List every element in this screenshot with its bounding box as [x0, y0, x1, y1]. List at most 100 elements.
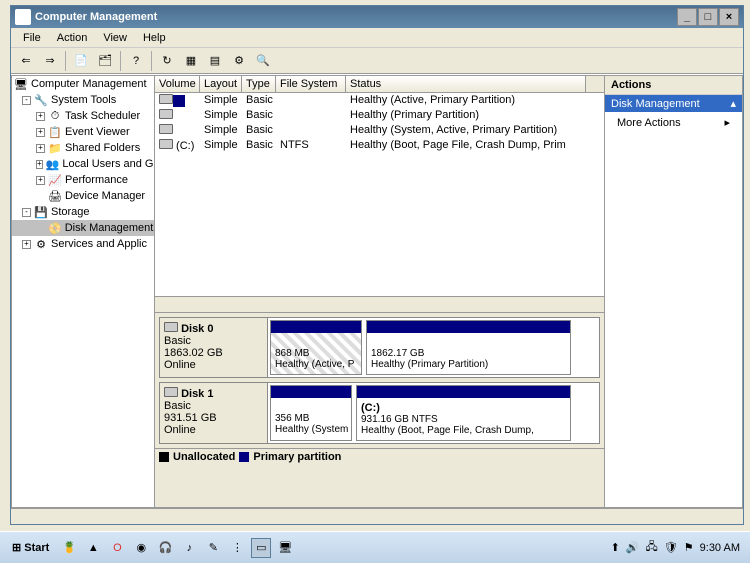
tree-performance[interactable]: +📈Performance [12, 172, 154, 188]
refresh-button[interactable]: ↻ [156, 50, 178, 72]
chevron-right-icon: ▸ [724, 116, 730, 129]
menu-view[interactable]: View [95, 30, 135, 46]
expand-icon[interactable]: + [22, 240, 31, 249]
tray-clock[interactable]: 9:30 AM [700, 542, 740, 554]
expand-icon[interactable]: + [36, 176, 45, 185]
volume-row[interactable]: SimpleBasicHealthy (System, Active, Prim… [155, 123, 604, 138]
tree-event-viewer[interactable]: +📋Event Viewer [12, 124, 154, 140]
volume-row[interactable]: SimpleBasicHealthy (Active, Primary Part… [155, 93, 604, 108]
partition[interactable]: 356 MBHealthy (System [270, 385, 352, 441]
menubar: File Action View Help [11, 28, 743, 48]
storage-icon: 💾 [34, 205, 48, 219]
menu-action[interactable]: Action [49, 30, 96, 46]
start-button[interactable]: ⊞ Start [4, 539, 57, 556]
taskbar-app-8[interactable]: ⋮ [227, 538, 247, 558]
menu-file[interactable]: File [15, 30, 49, 46]
taskbar-app-vlc[interactable]: ▲ [83, 538, 103, 558]
view-bottom-button[interactable]: ▤ [204, 50, 226, 72]
legend-unallocated-swatch [159, 452, 169, 462]
taskbar-app-6[interactable]: ♪ [179, 538, 199, 558]
column-header[interactable]: File System [276, 76, 346, 92]
disk-info: Disk 1Basic931.51 GBOnline [160, 383, 268, 443]
tray-shield-icon[interactable]: 🛡 [664, 541, 678, 554]
expand-icon[interactable]: + [36, 112, 45, 121]
partition[interactable]: (C:)931.16 GB NTFSHealthy (Boot, Page Fi… [356, 385, 571, 441]
tree-system-tools[interactable]: -🔧System Tools [12, 92, 154, 108]
collapse-icon[interactable]: - [22, 96, 31, 105]
taskbar-app-5[interactable]: 🎧 [155, 538, 175, 558]
app-icon [15, 9, 31, 25]
actions-pane: Actions Disk Management▴ More Actions▸ [605, 75, 743, 508]
volume-list[interactable]: VolumeLayoutTypeFile SystemStatus Simple… [155, 76, 604, 312]
tree-local-users[interactable]: +👥Local Users and G [12, 156, 154, 172]
taskbar[interactable]: ⊞ Start 🍍 ▲ O ◉ 🎧 ♪ ✎ ⋮ ▭ 🖥 ⬆ 🔊 🖧 🛡 ⚑ 9:… [0, 531, 750, 563]
close-button[interactable]: × [719, 8, 739, 26]
partition[interactable]: 868 MBHealthy (Active, P [270, 320, 362, 375]
tree-device-manager[interactable]: 🖨Device Manager [12, 188, 154, 204]
tray-network-icon[interactable]: 🖧 [646, 538, 658, 557]
scrollbar-horizontal[interactable] [155, 296, 604, 312]
services-icon: ⚙ [34, 237, 48, 251]
window-title: Computer Management [35, 11, 157, 23]
help-button[interactable]: ? [125, 50, 147, 72]
disk-icon: 📀 [48, 221, 62, 235]
scheduler-icon: ⏱ [48, 109, 62, 123]
actions-context[interactable]: Disk Management▴ [605, 95, 742, 112]
partition[interactable]: 1862.17 GBHealthy (Primary Partition) [366, 320, 571, 375]
window-scrollbar[interactable] [11, 508, 743, 524]
tray-icon[interactable]: ⬆ [611, 541, 620, 554]
tools-icon: 🔧 [34, 93, 48, 107]
up-button[interactable]: 📄 [70, 50, 92, 72]
properties-button[interactable]: 🗂 [94, 50, 116, 72]
minimize-button[interactable]: _ [677, 8, 697, 26]
taskbar-app-opera[interactable]: O [107, 538, 127, 558]
main-area: 🖥Computer Management -🔧System Tools +⏱Ta… [11, 74, 743, 508]
maximize-button[interactable]: □ [698, 8, 718, 26]
column-header[interactable]: Type [242, 76, 276, 92]
taskbar-app-active[interactable]: ▭ [251, 538, 271, 558]
volume-icon [159, 124, 173, 134]
menu-help[interactable]: Help [135, 30, 174, 46]
volume-row[interactable]: SimpleBasicHealthy (Primary Partition) [155, 108, 604, 123]
expand-icon[interactable]: + [36, 144, 45, 153]
tree-task-scheduler[interactable]: +⏱Task Scheduler [12, 108, 154, 124]
column-header[interactable]: Status [346, 76, 586, 92]
disk-map[interactable]: Disk 0Basic1863.02 GBOnline868 MBHealthy… [155, 312, 604, 507]
tree-shared-folders[interactable]: +📁Shared Folders [12, 140, 154, 156]
disk-row[interactable]: Disk 1Basic931.51 GBOnline356 MBHealthy … [159, 382, 600, 444]
tree-root[interactable]: 🖥Computer Management [12, 76, 154, 92]
disk-icon [164, 322, 178, 332]
taskbar-app-7[interactable]: ✎ [203, 538, 223, 558]
titlebar[interactable]: Computer Management _ □ × [11, 6, 743, 28]
actions-header: Actions [605, 76, 742, 95]
nav-tree[interactable]: 🖥Computer Management -🔧System Tools +⏱Ta… [11, 75, 155, 508]
disk-icon [164, 387, 178, 397]
taskbar-app-1[interactable]: 🍍 [59, 538, 79, 558]
taskbar-app-4[interactable]: ◉ [131, 538, 151, 558]
disk-info: Disk 0Basic1863.02 GBOnline [160, 318, 268, 377]
tree-storage[interactable]: -💾Storage [12, 204, 154, 220]
tray-flag-icon[interactable]: ⚑ [684, 541, 694, 554]
forward-button[interactable]: ⇒ [39, 50, 61, 72]
view-top-button[interactable]: ▦ [180, 50, 202, 72]
system-tray[interactable]: ⬆ 🔊 🖧 🛡 ⚑ 9:30 AM [611, 538, 746, 557]
tray-volume-icon[interactable]: 🔊 [626, 541, 640, 554]
settings-button[interactable]: ⚙ [228, 50, 250, 72]
search-button[interactable]: 🔍 [252, 50, 274, 72]
taskbar-app-compmgmt[interactable]: 🖥 [275, 538, 295, 558]
column-header[interactable]: Layout [200, 76, 242, 92]
volume-row[interactable]: (C:)SimpleBasicNTFSHealthy (Boot, Page F… [155, 138, 604, 153]
expand-icon[interactable]: + [36, 128, 45, 137]
toolbar: ⇐ ⇒ 📄 🗂 ? ↻ ▦ ▤ ⚙ 🔍 [11, 48, 743, 74]
computer-icon: 🖥 [14, 77, 28, 91]
expand-icon[interactable]: + [36, 160, 43, 169]
tree-disk-management[interactable]: 📀Disk Management [12, 220, 154, 236]
collapse-icon[interactable]: - [22, 208, 31, 217]
column-header[interactable]: Volume [155, 76, 200, 92]
chevron-up-icon: ▴ [730, 97, 736, 110]
windows-icon: ⊞ [12, 541, 21, 554]
tree-services[interactable]: +⚙Services and Applic [12, 236, 154, 252]
more-actions[interactable]: More Actions▸ [605, 112, 742, 133]
back-button[interactable]: ⇐ [15, 50, 37, 72]
disk-row[interactable]: Disk 0Basic1863.02 GBOnline868 MBHealthy… [159, 317, 600, 378]
